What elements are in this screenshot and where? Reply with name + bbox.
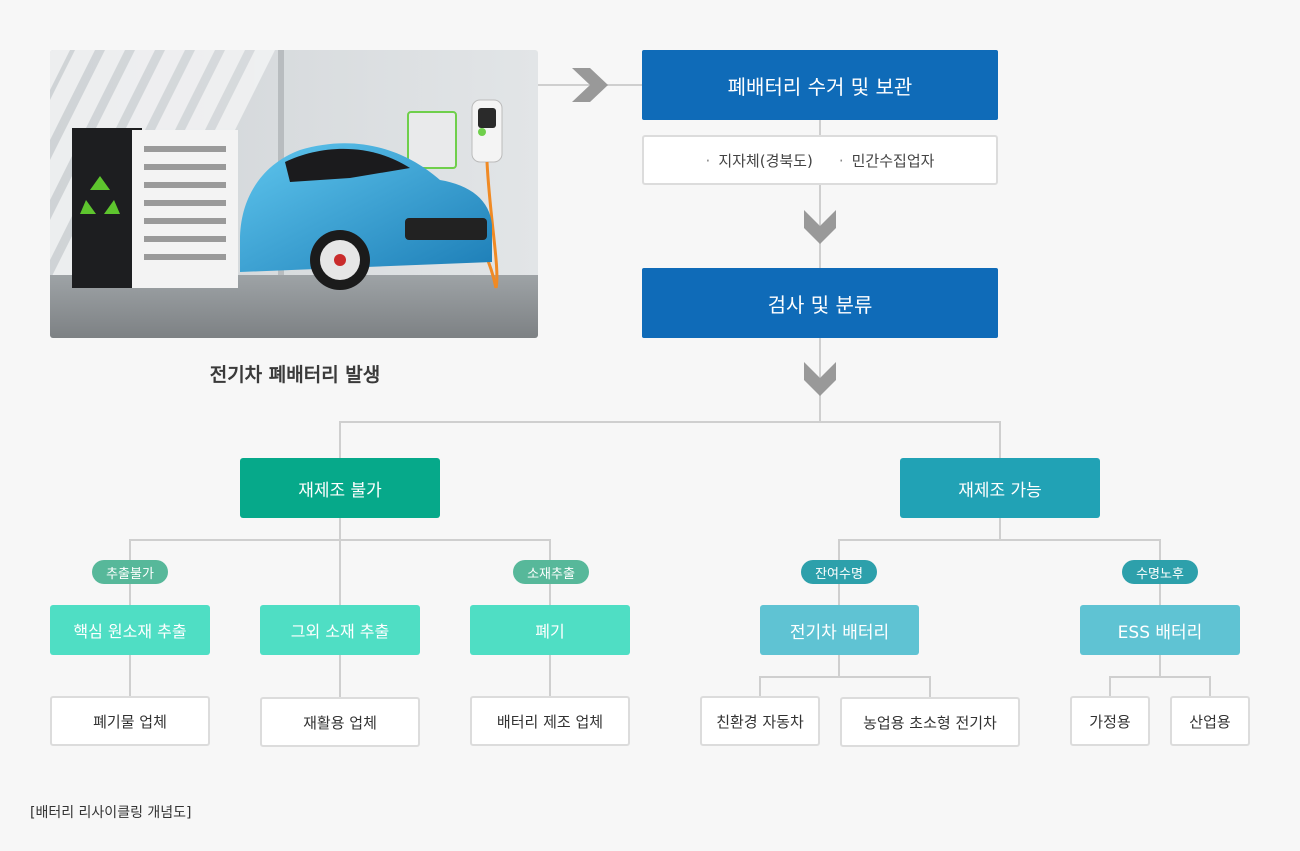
right-chevron-icon <box>572 68 608 102</box>
leaf-eco-vehicle: 친환경 자동차 <box>700 696 820 746</box>
tag-badge: 잔여수명 <box>801 560 877 584</box>
figure-caption: [배터리 리사이클링 개념도] <box>30 805 192 821</box>
connector-line <box>1159 655 1161 677</box>
leaf-label: 재활용 업체 <box>303 713 377 732</box>
down-chevron-icon <box>804 210 836 244</box>
tag-badge: 수명노후 <box>1122 560 1198 584</box>
node-label: 폐기 <box>535 622 565 641</box>
connector-line <box>1109 676 1111 697</box>
node-ev-battery: 전기차 배터리 <box>760 605 919 655</box>
leaf-waste-company: 폐기물 업체 <box>50 696 210 746</box>
connector-line <box>549 655 551 697</box>
connector-line <box>1209 676 1211 697</box>
node-label: 핵심 원소재 추출 <box>73 622 187 641</box>
step-inspect-sort: 검사 및 분류 <box>642 268 998 338</box>
connector-line <box>838 655 840 677</box>
source-caption: 전기차 폐배터리 발생 <box>209 364 381 386</box>
connector-line <box>129 655 131 697</box>
tag-badge: 추출불가 <box>92 560 168 584</box>
step-collect-store: 폐배터리 수거 및 보관 <box>642 50 998 120</box>
node-other-material-extraction: 그외 소재 추출 <box>260 605 420 655</box>
connector-line <box>339 421 341 459</box>
connector-line <box>839 539 1161 541</box>
collector-list: 지자체(경북도) 민간수집업자 <box>642 135 998 185</box>
leaf-household: 가정용 <box>1070 696 1150 746</box>
leaf-label: 산업용 <box>1189 712 1231 731</box>
step-inspect-sort-label: 검사 및 분류 <box>767 292 873 317</box>
down-chevron-icon <box>804 362 836 396</box>
node-ess-battery: ESS 배터리 <box>1080 605 1240 655</box>
leaf-label: 농업용 초소형 전기차 <box>863 713 997 732</box>
node-label: 전기차 배터리 <box>789 622 890 643</box>
node-disposal: 폐기 <box>470 605 630 655</box>
node-label: 그외 소재 추출 <box>290 622 390 641</box>
leaf-label: 배터리 제조 업체 <box>496 712 604 731</box>
leaf-label: 가정용 <box>1089 712 1131 731</box>
leaf-label: 폐기물 업체 <box>93 712 167 731</box>
connector-line <box>340 421 1000 423</box>
connector-line <box>339 539 341 605</box>
connector-line <box>339 655 341 697</box>
connector-line <box>1110 676 1211 678</box>
leaf-label: 친환경 자동차 <box>716 712 804 731</box>
branch-remanufacturable: 재제조 가능 <box>900 458 1100 518</box>
connector-line <box>339 518 341 540</box>
branch-label: 재제조 불가 <box>298 480 382 501</box>
connector-line <box>999 421 1001 459</box>
connector-line <box>999 518 1001 540</box>
step-collect-store-label: 폐배터리 수거 및 보관 <box>727 74 913 99</box>
leaf-industrial: 산업용 <box>1170 696 1250 746</box>
leaf-agri-micro-ev: 농업용 초소형 전기차 <box>840 697 1020 747</box>
connector-line <box>759 676 761 697</box>
leaf-recycling-company: 재활용 업체 <box>260 697 420 747</box>
collector-item: 민간수집업자 <box>839 150 935 171</box>
leaf-battery-manufacturer: 배터리 제조 업체 <box>470 696 630 746</box>
branch-label: 재제조 가능 <box>958 480 1042 501</box>
connector-line <box>760 676 931 678</box>
ev-battery-photo <box>50 50 538 338</box>
node-core-material-extraction: 핵심 원소재 추출 <box>50 605 210 655</box>
connector-line <box>929 676 931 697</box>
tag-badge: 소재추출 <box>513 560 589 584</box>
node-label: ESS 배터리 <box>1117 622 1203 643</box>
branch-not-remanufacturable: 재제조 불가 <box>240 458 440 518</box>
collector-item: 지자체(경북도) <box>706 150 813 171</box>
connector-line <box>819 120 821 136</box>
